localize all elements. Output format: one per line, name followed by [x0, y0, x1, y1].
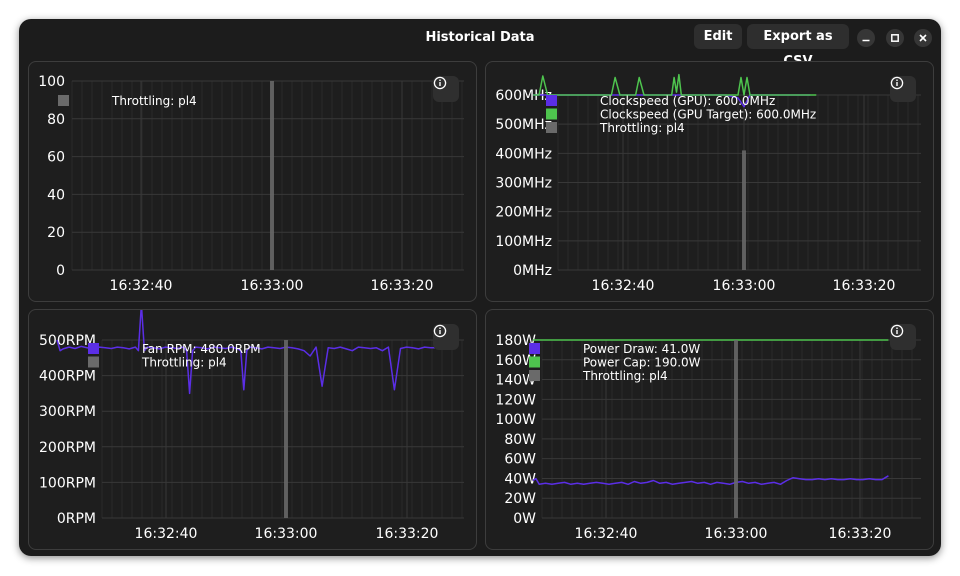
fan-rpm-chart-panel: 500RPM 400RPM 300RPM 200RPM 100RPM 0RPM 16:32:… — [28, 309, 477, 550]
legend-swatch — [529, 370, 540, 381]
legend-swatch — [88, 356, 99, 368]
legend-swatch — [546, 108, 557, 120]
legend-swatch — [529, 343, 540, 354]
fan-rpm-chart: 500RPM 400RPM 300RPM 200RPM 100RPM 0RPM 16:32:… — [39, 310, 464, 542]
y-tick-label: 200RPM — [39, 440, 96, 456]
y-tick-label: 40W — [504, 471, 536, 487]
y-tick-label: 100RPM — [39, 475, 96, 491]
x-tick-label: 16:33:20 — [829, 526, 892, 542]
x-tick-label: 16:33:00 — [713, 278, 776, 294]
close-button[interactable] — [914, 29, 932, 47]
y-tick-label: 400RPM — [39, 369, 96, 385]
y-tick-label: 0MHz — [513, 263, 552, 279]
throttle-spike — [742, 150, 746, 270]
y-tick-label: 40 — [47, 187, 65, 203]
y-tick-label: 0 — [56, 263, 65, 279]
minimize-icon — [862, 39, 870, 42]
edit-button[interactable]: Edit — [694, 24, 742, 49]
y-tick-label: 20 — [47, 225, 65, 241]
fan-rpm-info-button[interactable] — [433, 324, 459, 350]
maximize-icon — [891, 34, 899, 42]
y-tick-label: 500MHz — [495, 117, 552, 133]
maximize-button[interactable] — [886, 29, 904, 47]
clockspeed-chart-panel: 600MHz 500MHz 400MHz 300MHz 200MHz 100MHz 0MHz… — [485, 61, 934, 302]
power-info-button[interactable] — [890, 324, 916, 350]
power-chart-panel: 180W 160W 140W 120W 100W 80W 60W 40W 20W 0W 16:32:… — [485, 309, 934, 550]
y-tick-label: 0RPM — [57, 511, 96, 527]
close-icon — [919, 34, 927, 42]
x-tick-label: 16:32:40 — [575, 526, 638, 542]
export-csv-button[interactable]: Export as CSV — [747, 24, 849, 69]
legend-label: Clockspeed (GPU Target): 600.0MHz — [600, 108, 816, 122]
info-icon — [890, 76, 904, 90]
y-tick-label: 60 — [47, 150, 65, 166]
y-tick-label: 20W — [504, 491, 536, 507]
app-window: Historical Data Edit Export as CSV 100 80… — [19, 19, 941, 556]
x-tick-label: 16:33:00 — [241, 278, 304, 294]
info-icon — [433, 324, 447, 338]
legend-label: Throttling: pl4 — [111, 94, 197, 108]
x-tick-label: 16:33:20 — [371, 278, 434, 294]
y-tick-label: 200MHz — [495, 205, 552, 221]
y-tick-label: 100MHz — [495, 234, 552, 250]
clockspeed-info-button[interactable] — [890, 76, 916, 102]
x-tick-label: 16:32:40 — [592, 278, 655, 294]
clockspeed-chart: 600MHz 500MHz 400MHz 300MHz 200MHz 100MHz 0MHz… — [495, 73, 921, 294]
y-tick-label: 300MHz — [495, 176, 552, 192]
legend-label: Power Cap: 190.0W — [583, 356, 701, 370]
throttling-chart: 100 80 60 40 20 0 16:32:40 16:33:00 16:33:20 Thro… — [38, 74, 464, 294]
y-tick-label: 60W — [504, 452, 536, 468]
y-tick-label: 100W — [495, 412, 536, 428]
info-icon — [433, 76, 447, 90]
throttle-spike — [734, 340, 738, 518]
x-tick-label: 16:33:20 — [376, 526, 439, 542]
x-tick-label: 16:32:40 — [110, 278, 173, 294]
series-line — [532, 475, 889, 486]
title-bar[interactable]: Historical Data Edit Export as CSV — [19, 19, 941, 69]
throttling-info-button[interactable] — [433, 76, 459, 102]
throttle-spike — [284, 340, 288, 518]
legend-swatch — [88, 343, 99, 354]
y-tick-label: 300RPM — [39, 404, 96, 420]
minimize-button[interactable] — [857, 29, 875, 47]
legend-swatch — [529, 356, 540, 368]
y-tick-label: 100 — [38, 74, 65, 90]
x-tick-label: 16:33:00 — [705, 526, 768, 542]
info-icon — [890, 324, 904, 338]
legend-label: Throttling: pl4 — [582, 369, 668, 383]
throttling-chart-panel: 100 80 60 40 20 0 16:32:40 16:33:00 16:33:20 Thro… — [28, 61, 477, 302]
y-tick-label: 600MHz — [495, 88, 552, 104]
legend-label: Throttling: pl4 — [141, 356, 227, 370]
legend-label: Clockspeed (GPU): 600.0MHz — [600, 94, 775, 108]
y-tick-label: 80 — [47, 112, 65, 128]
x-tick-label: 16:32:40 — [135, 526, 198, 542]
y-tick-label: 400MHz — [495, 146, 552, 162]
power-chart: 180W160W140W120W100W80W60W40W20W0W16:32:… — [495, 333, 921, 542]
throttle-spike — [270, 81, 274, 270]
x-tick-label: 16:33:20 — [833, 278, 896, 294]
legend-label: Throttling: pl4 — [599, 121, 685, 135]
legend-label: Power Draw: 41.0W — [583, 342, 700, 356]
legend-swatch — [546, 122, 557, 133]
minor-grid — [71, 81, 463, 270]
y-tick-label: 80W — [504, 432, 536, 448]
legend-label: Fan RPM: 480.0RPM — [142, 342, 261, 356]
legend-swatch — [58, 95, 69, 106]
y-tick-label: 120W — [495, 392, 536, 408]
y-tick-label: 0W — [513, 511, 536, 527]
x-tick-label: 16:33:00 — [255, 526, 318, 542]
series-line — [533, 73, 817, 96]
y-tick-label: 500RPM — [39, 333, 96, 349]
legend-swatch — [546, 95, 557, 106]
